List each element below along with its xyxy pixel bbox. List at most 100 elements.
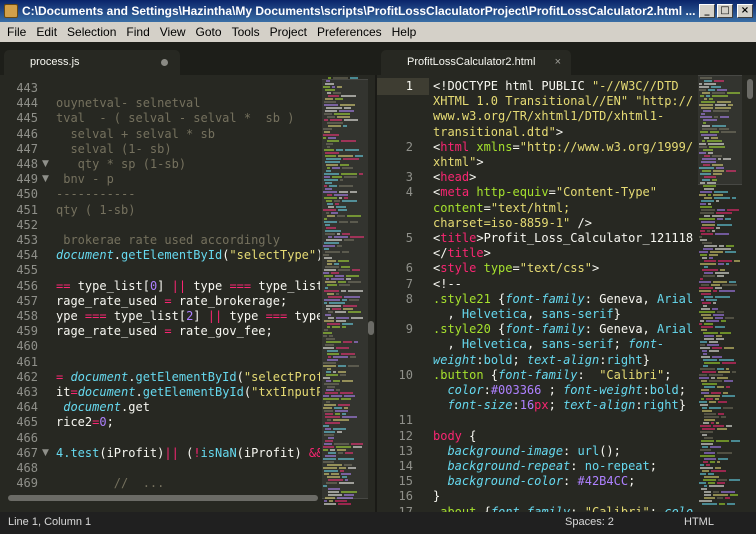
- line-number: 15: [398, 474, 413, 489]
- code-line: rice2=0;: [56, 415, 320, 429]
- menu-help[interactable]: Help: [387, 22, 422, 42]
- code-token: .style21: [433, 291, 499, 306]
- code-line: <meta http-equiv="Content-Type": [433, 185, 695, 199]
- horizontal-scrollbar[interactable]: [8, 495, 318, 501]
- minimap-line: [704, 245, 717, 247]
- vertical-scrollbar[interactable]: [747, 79, 753, 99]
- minimap-line: [718, 401, 727, 403]
- code-token: type_list[: [258, 278, 320, 293]
- code-line: charset=iso-8859-1" />: [433, 216, 695, 230]
- minimap-line: [701, 356, 710, 358]
- unsaved-dot-icon[interactable]: [161, 59, 168, 66]
- minimap-line: [701, 443, 713, 445]
- code-token: ;: [106, 415, 114, 430]
- minimap-viewport[interactable]: [698, 75, 742, 185]
- code-line: <html xmlns="http://www.w3.org/1999/: [433, 140, 695, 154]
- fold-arrow-icon[interactable]: ▼: [42, 448, 49, 458]
- code-token: ;: [541, 383, 564, 397]
- minimap-line: [712, 215, 724, 217]
- menu-file[interactable]: File: [2, 22, 31, 42]
- minimap-line: [717, 452, 732, 454]
- line-number: 454: [16, 248, 38, 263]
- minimap-line: [703, 422, 709, 424]
- line-number: 447: [16, 141, 38, 156]
- menu-selection[interactable]: Selection: [62, 22, 121, 42]
- minimap-line: [717, 218, 723, 220]
- minimap-line: [720, 269, 725, 271]
- code-token: ...: [142, 476, 165, 491]
- indentation-setting[interactable]: Spaces: 2: [565, 516, 614, 528]
- minimap-line: [703, 275, 715, 277]
- code-line: .style21 {font-family: Geneva, Arial: [433, 292, 695, 306]
- minimap-line: [704, 323, 713, 325]
- code-token: meta: [440, 185, 477, 200]
- minimap-line: [712, 347, 722, 349]
- menu-goto[interactable]: Goto: [191, 22, 227, 42]
- minimap-line: [717, 461, 720, 463]
- minimap-line: [700, 347, 710, 349]
- minimap-line: [704, 338, 714, 340]
- code-token: document: [56, 400, 122, 415]
- menu-preferences[interactable]: Preferences: [312, 22, 387, 42]
- menu-project[interactable]: Project: [265, 22, 312, 42]
- minimap-line: [699, 377, 709, 379]
- code-token: }: [678, 398, 686, 413]
- code-token: ,: [433, 337, 462, 352]
- vertical-scrollbar[interactable]: [368, 321, 374, 335]
- close-window-button[interactable]: ×: [737, 4, 753, 18]
- syntax-mode[interactable]: HTML: [684, 516, 714, 528]
- code-line: document.get: [56, 400, 320, 414]
- minimap-line: [713, 302, 716, 304]
- code-token: rice2: [56, 415, 93, 430]
- minimap-line: [703, 365, 708, 367]
- minimap-line: [718, 458, 728, 460]
- minimap-line: [718, 260, 732, 262]
- code-line: == type_list[0] || type === type_list[: [56, 279, 320, 293]
- code-token: bnv - p: [56, 172, 114, 187]
- tab-process-js[interactable]: process.js: [4, 50, 180, 75]
- fold-arrow-icon[interactable]: ▼: [42, 159, 49, 169]
- minimap-line: [718, 413, 724, 415]
- maximize-button[interactable]: □: [717, 4, 733, 18]
- minimap-line: [704, 476, 719, 478]
- code-line: ouynetval- selnetval: [56, 96, 320, 110]
- minimap-line: [713, 290, 717, 292]
- line-number: 14: [398, 459, 413, 473]
- minimap-line: [712, 356, 722, 358]
- menu-tools[interactable]: Tools: [227, 22, 265, 42]
- tab-close-icon[interactable]: ×: [555, 50, 561, 75]
- code-token: ===: [229, 278, 259, 293]
- minimap-line: [711, 377, 715, 379]
- line-number: 453: [16, 233, 38, 247]
- menu-find[interactable]: Find: [121, 22, 154, 42]
- minimap-line: [713, 425, 724, 427]
- minimap[interactable]: [322, 75, 368, 512]
- fold-arrow-icon[interactable]: ▼: [42, 174, 49, 184]
- line-number: 462: [16, 369, 38, 384]
- line-number: 444: [16, 96, 38, 111]
- tab-profitlosscalculator2-html[interactable]: ProfitLossCalculator2.html ×: [381, 50, 571, 75]
- code-token: ,: [526, 307, 542, 321]
- code-token: "selectType": [229, 248, 317, 263]
- code-token: :: [476, 352, 484, 367]
- menu-edit[interactable]: Edit: [31, 22, 62, 42]
- editor-pane-left[interactable]: 443 444 ouynetval- selnetval 445 tval - ( se…: [0, 75, 375, 512]
- minimap-viewport[interactable]: [322, 79, 368, 499]
- editor-pane-right[interactable]: 1 <!DOCTYPE html PUBLIC "-//W3C//DTD XHTML…: [377, 75, 756, 512]
- menu-view[interactable]: View: [155, 22, 191, 42]
- code-token: :: [512, 398, 520, 413]
- line-number: 458: [16, 309, 38, 323]
- line-number: 3: [405, 170, 413, 185]
- minimap-line: [710, 251, 723, 253]
- code-token: />: [570, 215, 592, 230]
- minimap-line: [702, 302, 711, 304]
- minimap-line: [704, 272, 713, 274]
- code-token: =: [56, 369, 71, 384]
- minimap[interactable]: [698, 75, 742, 512]
- minimap-line: [709, 350, 719, 352]
- code-line: <!--: [433, 277, 695, 291]
- line-number: 464: [16, 400, 38, 415]
- tab-label: ProfitLossCalculator2.html: [407, 56, 536, 68]
- code-line: brokerae rate used accordingly: [56, 233, 320, 247]
- minimize-button[interactable]: _: [699, 4, 715, 18]
